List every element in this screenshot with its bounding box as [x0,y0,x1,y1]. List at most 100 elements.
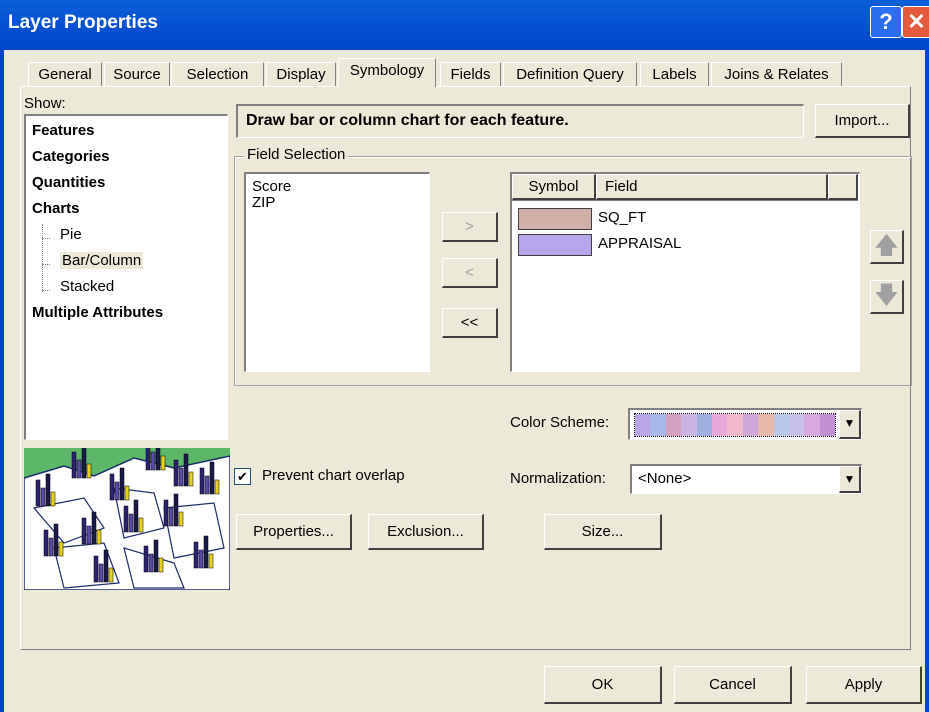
show-item-multiple-attributes[interactable]: Multiple Attributes [32,304,163,321]
preview-bar [35,479,41,507]
tree-branch [42,290,50,291]
tree-branch [42,264,50,265]
move-up-button[interactable]: 🡅 [870,230,904,264]
preview-bar [108,567,114,583]
description-box: Draw bar or column chart for each featur… [236,104,804,138]
show-label: Show: [24,95,66,112]
show-item-features[interactable]: Features [32,122,95,139]
prevent-overlap-checkbox[interactable]: ✔ [234,468,251,485]
symbol-column-header[interactable]: Symbol [512,174,596,200]
color-ramp-swatch [742,414,759,436]
window-border-right [925,50,929,712]
tab-source[interactable]: Source [104,62,170,86]
close-button[interactable]: ✕ [902,6,929,38]
preview-bar [199,467,205,495]
remove-field-button[interactable]: < [442,258,498,288]
exclusion-button[interactable]: Exclusion... [368,514,484,550]
preview-bar [50,491,56,507]
color-ramp-swatch [773,414,789,436]
extra-column-header[interactable] [828,174,858,200]
preview-bar [119,467,125,501]
preview-bar [43,529,49,557]
show-item-charts[interactable]: Charts [32,200,80,217]
preview-bar [103,549,109,583]
available-fields-list[interactable]: Score ZIP [244,172,430,372]
tab-selection[interactable]: Selection [171,62,264,86]
preview-bar [204,475,210,495]
tab-fields[interactable]: Fields [440,62,501,86]
symbol-swatch[interactable] [518,208,592,230]
move-down-button[interactable]: 🡇 [870,280,904,314]
field-column-header[interactable]: Field [596,174,828,200]
color-ramp-swatch [727,414,743,436]
field-selection-label: Field Selection [244,146,349,163]
preview-bar [114,481,120,501]
available-field-item[interactable]: Score [252,178,291,195]
ok-button[interactable]: OK [544,666,662,704]
normalization-dropdown[interactable]: <None> ▼ [630,464,862,494]
color-scheme-label: Color Scheme: [510,414,610,431]
color-ramp-swatch [758,414,774,436]
show-item-quantities[interactable]: Quantities [32,174,105,191]
tree-connector [42,224,43,292]
color-ramp [634,413,836,437]
remove-all-fields-button[interactable]: << [442,308,498,338]
table-row[interactable]: SQ_FT [516,206,856,230]
color-ramp-swatch [650,414,666,436]
tab-general[interactable]: General [28,62,102,86]
preview-bar [123,505,129,533]
normalization-value: <None> [638,470,692,487]
preview-bar [173,493,179,527]
preview-bar [76,459,82,479]
tab-display[interactable]: Display [266,62,336,86]
window-title: Layer Properties [8,12,158,33]
help-button[interactable]: ? [870,6,902,38]
preview-bar [53,523,59,557]
preview-bar [188,471,194,487]
apply-button[interactable]: Apply [806,666,922,704]
preview-bar [148,553,154,573]
color-ramp-swatch [804,414,820,436]
tab-joins-relates[interactable]: Joins & Relates [711,62,842,86]
show-item-stacked[interactable]: Stacked [60,278,114,295]
preview-bar [86,525,92,545]
symbol-swatch[interactable] [518,234,592,256]
color-ramp-swatch [696,414,712,436]
color-ramp-swatch [681,414,697,436]
preview-bar [81,517,87,545]
show-item-pie[interactable]: Pie [60,226,82,243]
properties-button[interactable]: Properties... [236,514,352,550]
field-name: APPRAISAL [598,235,682,252]
table-row[interactable]: APPRAISAL [516,232,856,256]
color-ramp-swatch [635,414,651,436]
add-field-button[interactable]: > [442,212,498,242]
size-button[interactable]: Size... [544,514,662,550]
preview-bar [145,448,151,471]
cancel-button[interactable]: Cancel [674,666,792,704]
title-bar[interactable]: Layer Properties ? ✕ [0,0,929,50]
show-item-categories[interactable]: Categories [32,148,110,165]
tab-labels[interactable]: Labels [640,62,709,86]
color-ramp-swatch [711,414,728,436]
import-button[interactable]: Import... [815,104,910,138]
chevron-down-icon[interactable]: ▼ [839,466,861,493]
chevron-down-icon[interactable]: ▼ [839,410,861,439]
preview-bar [168,507,174,527]
tab-definition-query[interactable]: Definition Query [503,62,637,86]
preview-bar [58,541,64,557]
preview-bar [109,473,115,501]
color-ramp-swatch [665,414,682,436]
preview-bar [203,535,209,569]
preview-bar [143,545,149,573]
normalization-label: Normalization: [510,470,606,487]
tab-symbology[interactable]: Symbology [338,58,436,87]
selected-fields-table[interactable]: Symbol Field SQ_FT APPRAISAL [510,172,860,372]
preview-bar [133,499,139,533]
color-scheme-dropdown[interactable]: ▼ [628,408,862,440]
show-tree[interactable]: Features Categories Quantities Charts Pie Bar… [24,114,228,440]
color-ramp-swatch [788,414,805,436]
show-item-bar-column[interactable]: Bar/Column [60,252,144,269]
available-field-item[interactable]: ZIP [252,194,275,211]
window-border-left [0,50,4,712]
preview-bar [214,479,220,495]
